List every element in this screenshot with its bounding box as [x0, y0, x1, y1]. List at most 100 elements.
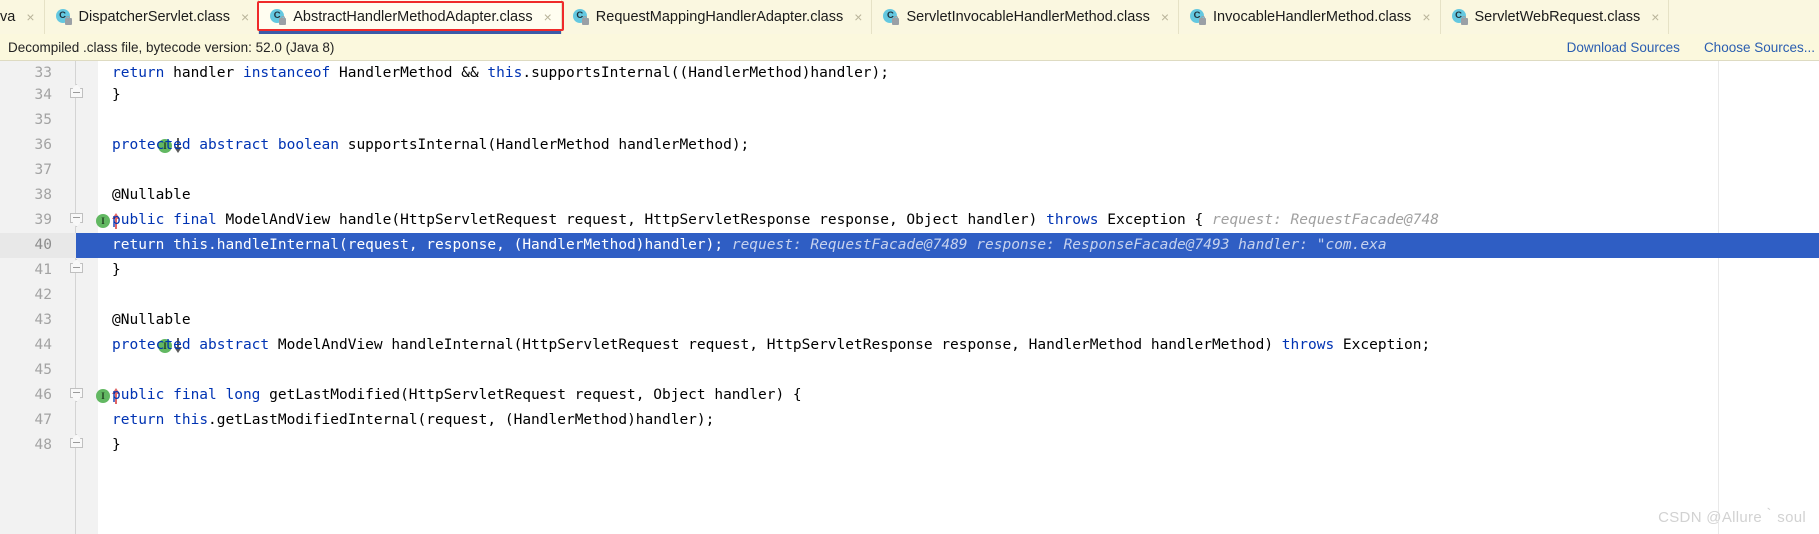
code-text[interactable]: } [112, 433, 121, 458]
java-class-icon: C [55, 9, 72, 25]
line-number: 37 [34, 162, 52, 178]
close-icon[interactable]: × [241, 10, 249, 24]
editor-tab-bar[interactable]: va × C DispatcherServlet.class × C AbstractHan… [0, 0, 1819, 34]
implementation-icon: I [96, 213, 110, 228]
java-class-icon: C [883, 9, 900, 25]
code-token: } [112, 87, 121, 103]
code-token: } [112, 437, 121, 453]
fold-region-end-icon[interactable] [70, 434, 83, 453]
editor-tab-label: RequestMappingHandlerAdapter.class [595, 9, 844, 25]
java-class-icon: C [572, 9, 589, 25]
code-line[interactable]: 48 } [0, 433, 1819, 458]
keyword-token: return [112, 412, 165, 428]
code-token: .supportsInternal((HandlerMethod)handler… [522, 65, 889, 81]
close-icon[interactable]: × [544, 10, 552, 24]
close-icon[interactable]: × [1651, 10, 1659, 24]
fold-region-end-icon[interactable] [70, 259, 83, 278]
editor-tab[interactable]: C RequestMappingHandlerAdapter.class × [561, 0, 873, 34]
code-line[interactable]: 45 [0, 358, 1819, 383]
editor-tab-label: va [0, 9, 16, 25]
java-class-icon: C [270, 9, 287, 25]
line-number: 36 [34, 137, 52, 153]
close-icon[interactable]: × [854, 10, 862, 24]
line-number: 41 [34, 262, 52, 278]
editor-tab-label: AbstractHandlerMethodAdapter.class [293, 9, 533, 25]
code-line[interactable]: 38 @Nullable [0, 183, 1819, 208]
keyword-token: public final long [112, 387, 261, 403]
code-lines[interactable]: 33 return handler instanceof HandlerMeth… [0, 61, 1819, 534]
code-token: ModelAndView handle(HttpServletRequest r… [216, 212, 1047, 228]
code-token: Exception; [1334, 337, 1431, 353]
code-line[interactable]: 37 [0, 158, 1819, 183]
code-line[interactable]: 47 return this.getLastModifiedInternal(r… [0, 408, 1819, 433]
line-number: 35 [34, 112, 52, 128]
line-number: 40 [34, 237, 52, 253]
line-number: 43 [34, 312, 52, 328]
code-line[interactable]: 42 [0, 283, 1819, 308]
editor-tab[interactable]: C InvocableHandlerMethod.class × [1179, 0, 1441, 34]
java-class-icon: C [1190, 9, 1207, 25]
decompiled-class-banner: Decompiled .class file, bytecode version… [0, 34, 1819, 61]
code-text[interactable]: @Nullable [112, 183, 191, 208]
code-text[interactable]: @Nullable [112, 308, 191, 333]
editor-tab[interactable]: C AbstractHandlerMethodAdapter.class × [259, 0, 562, 34]
code-line[interactable]: 43 @Nullable [0, 308, 1819, 333]
line-number: 42 [34, 287, 52, 303]
line-number: 47 [34, 412, 52, 428]
fold-region-start-icon[interactable] [70, 388, 83, 403]
code-line[interactable]: 34 } [0, 83, 1819, 108]
code-text[interactable]: protected abstract ModelAndView handleIn… [112, 333, 1430, 358]
code-token: supportsInternal(HandlerMethod handlerMe… [338, 137, 750, 153]
editor-tab-label: DispatcherServlet.class [78, 9, 231, 25]
download-sources-link[interactable]: Download Sources [1567, 40, 1680, 55]
line-number: 44 [34, 337, 52, 353]
code-line[interactable]: 40 return this.handleInternal(request, r… [0, 233, 1819, 258]
close-icon[interactable]: × [26, 10, 34, 24]
code-text[interactable]: } [112, 258, 121, 283]
code-line[interactable]: 46 I public final long getLastModified(Ht… [0, 383, 1819, 408]
code-text[interactable]: protected abstract boolean supportsInter… [112, 133, 749, 158]
banner-actions: Download Sources Choose Sources... [1567, 34, 1819, 60]
code-text[interactable]: public final long getLastModified(HttpSe… [112, 383, 802, 408]
code-line[interactable]: 41 } [0, 258, 1819, 283]
code-line[interactable]: 36 I protected abstract boolean supportsI… [0, 133, 1819, 158]
code-token: getLastModified(HttpServletRequest reque… [260, 387, 802, 403]
code-token: handler [164, 65, 243, 81]
choose-sources-link[interactable]: Choose Sources... [1704, 40, 1815, 55]
code-text[interactable]: public final ModelAndView handle(HttpSer… [112, 208, 1439, 233]
code-text[interactable]: } [112, 83, 121, 108]
line-number: 46 [34, 387, 52, 403]
code-line[interactable]: 35 [0, 108, 1819, 133]
editor-tab[interactable]: C ServletInvocableHandlerMethod.class × [872, 0, 1180, 34]
code-token: Exception { [1098, 212, 1204, 228]
banner-message: Decompiled .class file, bytecode version… [8, 39, 335, 55]
keyword-token: protected abstract [112, 337, 270, 353]
editor-tab-label: InvocableHandlerMethod.class [1213, 9, 1412, 25]
keyword-token: this [173, 412, 209, 428]
code-token: HandlerMethod && [330, 65, 488, 81]
line-number: 39 [34, 212, 52, 228]
code-line[interactable]: 39 I public final ModelAndView handle(Htt… [0, 208, 1819, 233]
editor-tab[interactable]: va × [0, 0, 45, 34]
editor-tab[interactable]: C ServletWebRequest.class × [1440, 0, 1670, 34]
parameter-hint: request: RequestFacade@7489 response: Re… [723, 237, 1387, 253]
code-line[interactable]: 44 I protected abstract ModelAndView hand… [0, 333, 1819, 358]
keyword-token: return [112, 237, 165, 253]
fold-region-start-icon[interactable] [70, 213, 83, 228]
code-token: .handleInternal(request, response, (Hand… [208, 237, 724, 253]
fold-region-end-icon[interactable] [70, 84, 83, 103]
code-token: .getLastModifiedInternal(request, (Handl… [208, 412, 715, 428]
watermark: CSDN @Allure｀soul [1658, 509, 1806, 526]
editor-tab[interactable]: C DispatcherServlet.class × [44, 0, 260, 34]
close-icon[interactable]: × [1161, 10, 1169, 24]
close-icon[interactable]: × [1422, 10, 1430, 24]
keyword-token: return [112, 65, 165, 81]
code-line[interactable]: 33 return handler instanceof HandlerMeth… [0, 61, 1819, 83]
annotation-token: @Nullable [112, 312, 191, 328]
code-text[interactable]: return this.getLastModifiedInternal(requ… [112, 408, 714, 433]
java-class-icon: C [1451, 9, 1468, 25]
code-editor[interactable]: 33 return handler instanceof HandlerMeth… [0, 61, 1819, 534]
code-text[interactable]: return this.handleInternal(request, resp… [112, 233, 1387, 258]
